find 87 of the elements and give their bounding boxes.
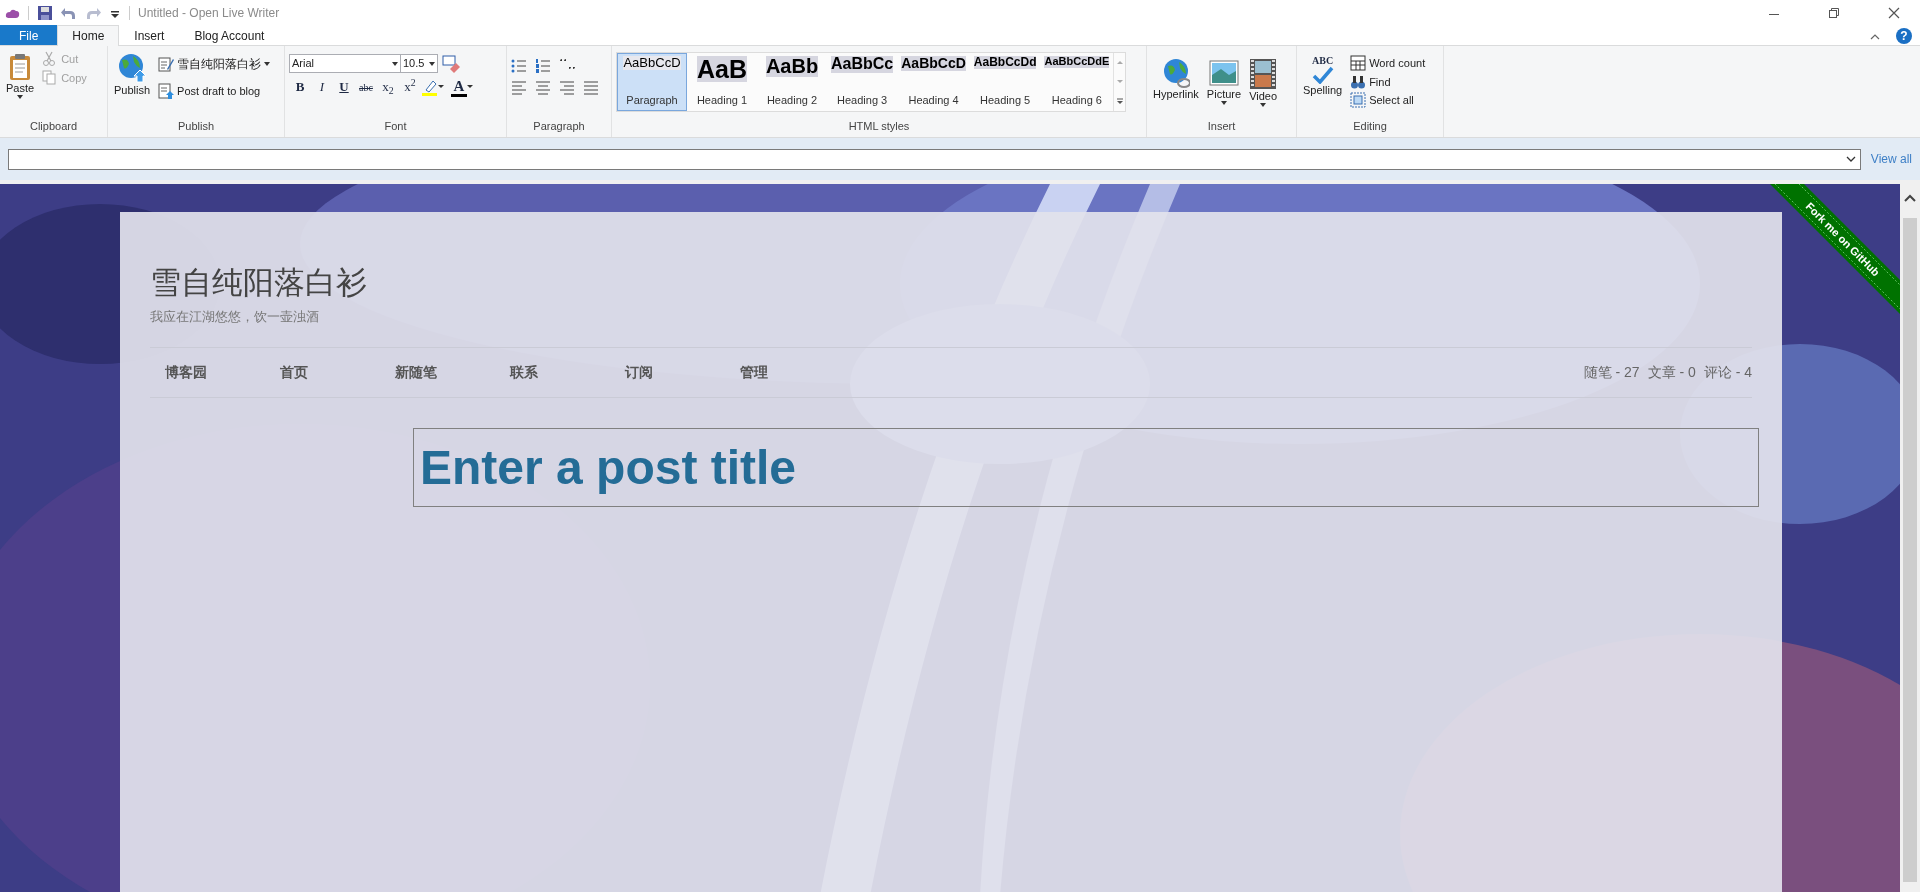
clear-formatting-icon[interactable] (442, 54, 460, 73)
numbered-list-icon[interactable] (535, 58, 551, 74)
post-stat: 随笔 - 27 (1583, 362, 1640, 382)
nav-link[interactable]: 首页 (265, 361, 380, 383)
picture-icon (1209, 58, 1239, 88)
select-all-icon (1350, 92, 1367, 109)
bullet-list-icon[interactable] (511, 58, 527, 74)
nav-link[interactable]: 新随笔 (380, 361, 495, 383)
dropdown-arrow-icon (1260, 103, 1267, 108)
nav-link[interactable]: 联系 (495, 361, 610, 383)
save-icon[interactable] (37, 5, 53, 21)
find-button[interactable]: Find (1348, 72, 1428, 91)
font-color-button[interactable]: A (451, 77, 467, 97)
format-button[interactable]: x$_{2}$ (377, 76, 399, 98)
group-label: Paragraph (532, 118, 586, 134)
publish-button[interactable]: Publish (112, 50, 153, 118)
picture-button[interactable]: Picture (1204, 56, 1244, 118)
format-button[interactable]: U (333, 76, 355, 98)
group-label: Clipboard (28, 118, 79, 134)
video-icon (1249, 58, 1278, 90)
style-option[interactable]: AaBb Heading 2 (757, 53, 827, 111)
publish-icon (116, 52, 149, 84)
format-button[interactable]: I (311, 76, 333, 98)
restore-icon[interactable] (1828, 7, 1840, 19)
blog-icon (158, 56, 175, 72)
group-label: Editing (1352, 118, 1388, 134)
dropdown-arrow-icon (1221, 101, 1227, 106)
hyperlink-button[interactable]: Hyperlink (1151, 56, 1201, 118)
help-button[interactable]: ? (1896, 27, 1912, 44)
dropdown-icon[interactable] (438, 85, 445, 89)
blog-subtitle: 我应在江湖悠悠，饮一壶浊酒 (150, 308, 320, 327)
group-label: Publish (176, 118, 216, 134)
nav-link[interactable]: 管理 (725, 361, 840, 383)
word-count-button[interactable]: Word count (1348, 54, 1428, 73)
close-icon[interactable] (1888, 7, 1900, 19)
align-left-icon[interactable] (511, 80, 527, 96)
word-count-icon (1350, 55, 1367, 72)
format-button[interactable]: B (289, 76, 311, 98)
style-option[interactable]: AaBbCcD Paragraph (617, 53, 687, 111)
chevron-down-icon[interactable] (1845, 156, 1856, 162)
view-all-link[interactable]: View all (1870, 150, 1912, 168)
category-field[interactable] (8, 148, 1861, 170)
post-stat: 评论 - 4 (1703, 362, 1752, 382)
dropdown-arrow-icon (392, 61, 398, 66)
video-button[interactable]: Video (1247, 56, 1280, 118)
window-title: Untitled - Open Live Writer (138, 5, 280, 22)
format-button[interactable]: abc (355, 76, 377, 98)
copy-icon (42, 69, 59, 86)
style-option[interactable]: AaB Heading 1 (687, 53, 757, 111)
post-draft-button[interactable]: Post draft to blog (156, 82, 273, 101)
font-size-dropdown[interactable]: 10.5 (400, 54, 438, 73)
ribbon-tab[interactable]: Blog Account (179, 25, 280, 45)
paste-button[interactable]: Paste (4, 50, 37, 118)
nav-link[interactable]: 订阅 (610, 361, 725, 383)
font-name-dropdown[interactable]: Arial (289, 54, 401, 73)
check-icon (1311, 66, 1334, 84)
style-option[interactable]: AaBbCc Heading 3 (827, 53, 898, 111)
nav-link[interactable]: 博客园 (150, 361, 265, 383)
justify-icon[interactable] (583, 80, 599, 96)
style-option[interactable]: AaBbCcD Heading 4 (897, 53, 970, 111)
find-icon (1350, 73, 1367, 90)
dropdown-icon[interactable] (467, 85, 474, 89)
group-label: Insert (1206, 118, 1237, 134)
select-all-button[interactable]: Select all (1348, 91, 1428, 110)
ribbon-tab[interactable]: Insert (119, 25, 180, 45)
file-menu-tab[interactable]: File (0, 25, 58, 45)
ribbon-tab[interactable]: Home (57, 25, 120, 46)
post-stat: 文章 - 0 (1647, 362, 1696, 382)
align-right-icon[interactable] (559, 80, 575, 96)
post-draft-icon (158, 83, 175, 100)
dropdown-arrow-icon (17, 95, 24, 100)
group-label: HTML styles (847, 118, 911, 134)
blog-title: 雪自纯阳落白衫 (150, 264, 368, 302)
group-label: Font (383, 118, 408, 134)
more-styles-icon[interactable] (1115, 97, 1124, 105)
align-center-icon[interactable] (535, 80, 551, 96)
style-option[interactable]: AaBbCcDdE Heading 6 (1040, 53, 1114, 111)
scrollbar[interactable] (1900, 184, 1920, 892)
format-button[interactable]: x$^{2}$ (399, 76, 421, 98)
highlight-icon[interactable] (421, 78, 438, 96)
style-option[interactable]: AaBbCcDd Heading 5 (969, 53, 1041, 111)
dropdown-arrow-icon (429, 61, 435, 66)
hyperlink-icon (1161, 58, 1190, 88)
post-title-field[interactable]: Enter a post title (413, 427, 1759, 507)
spelling-button[interactable]: ABC Spelling (1301, 54, 1345, 118)
blog-selector[interactable]: 雪自纯阳落白衫 (156, 54, 273, 74)
dropdown-arrow-icon (264, 62, 271, 66)
